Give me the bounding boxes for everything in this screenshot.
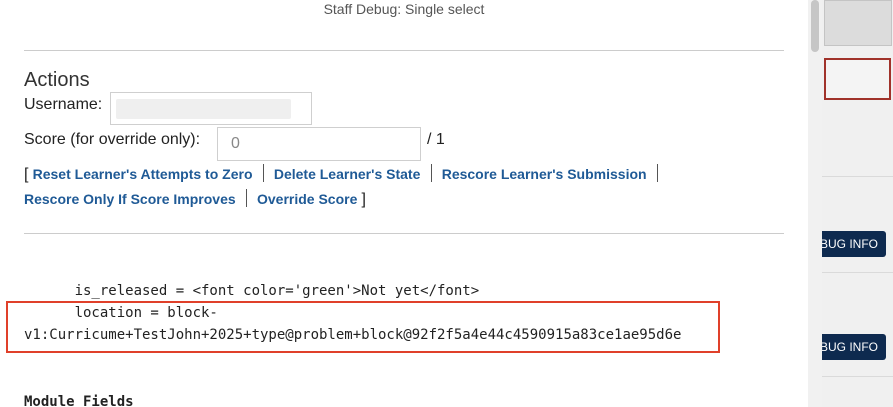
link-separator xyxy=(656,164,658,182)
link-separator xyxy=(262,164,264,182)
rescore-submission-link[interactable]: Rescore Learner's Submission xyxy=(442,166,647,182)
reset-attempts-link[interactable]: Reset Learner's Attempts to Zero xyxy=(33,166,253,182)
open-bracket: [ xyxy=(24,166,29,183)
staff-debug-info-button[interactable]: BUG INFO xyxy=(822,334,886,360)
close-bracket: ] xyxy=(361,191,366,208)
background-divider xyxy=(822,176,893,177)
score-input[interactable] xyxy=(217,127,421,161)
modal-title: Staff Debug: Single select xyxy=(323,1,485,17)
username-input[interactable] xyxy=(110,92,312,125)
override-score-link[interactable]: Override Score xyxy=(257,191,357,207)
action-links-row-2: Rescore Only If Score Improves Override … xyxy=(24,189,366,209)
background-outlined-box xyxy=(824,58,891,100)
divider xyxy=(24,50,784,51)
delete-state-link[interactable]: Delete Learner's State xyxy=(274,166,421,182)
background-page-panel: BUG INFO BUG INFO xyxy=(822,0,893,407)
score-total: / 1 xyxy=(427,131,445,148)
is-released-line: is_released = <font color='green'>Not ye… xyxy=(24,283,480,299)
link-separator xyxy=(430,164,432,182)
modal-scrollbar[interactable] xyxy=(808,0,822,407)
score-label: Score (for override only): xyxy=(24,131,201,148)
actions-heading: Actions xyxy=(24,69,90,91)
background-divider xyxy=(822,376,893,377)
username-label: Username: xyxy=(24,96,103,113)
background-gray-box xyxy=(824,0,892,46)
staff-debug-modal: Staff Debug: Single select Actions Usern… xyxy=(0,0,808,407)
rescore-if-improves-link[interactable]: Rescore Only If Score Improves xyxy=(24,191,236,207)
location-highlight-box xyxy=(6,301,720,353)
divider xyxy=(24,233,784,234)
link-separator xyxy=(245,189,247,207)
action-links-row-1: [ Reset Learner's Attempts to Zero Delet… xyxy=(24,164,664,184)
staff-debug-info-button[interactable]: BUG INFO xyxy=(822,231,886,257)
username-redacted-value xyxy=(116,99,291,119)
scrollbar-thumb[interactable] xyxy=(811,0,819,52)
background-divider xyxy=(822,272,893,273)
module-fields-heading: Module Fields xyxy=(24,394,134,407)
